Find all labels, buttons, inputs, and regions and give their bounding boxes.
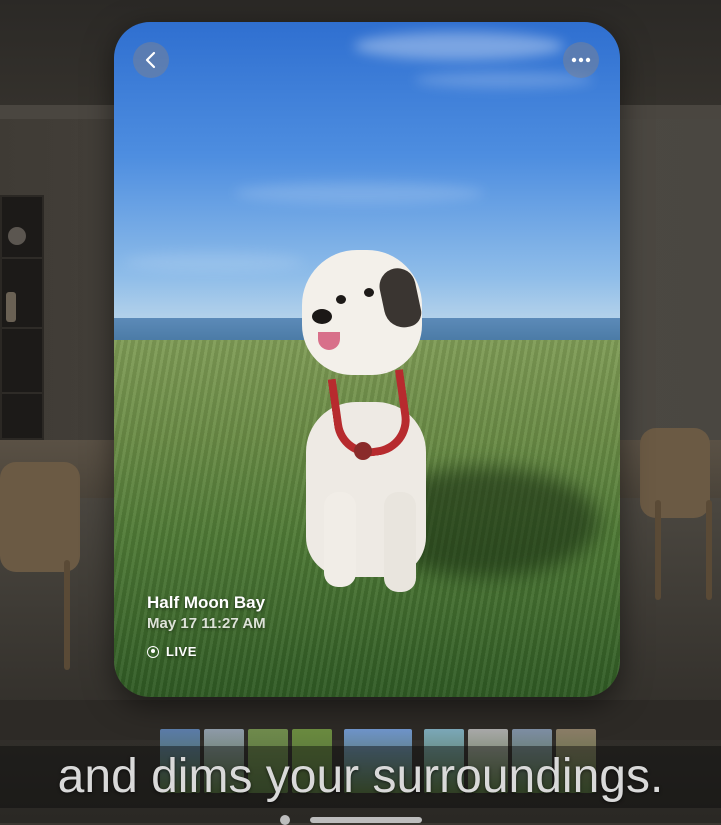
live-photo-icon <box>147 645 159 658</box>
chair-right-leg-2 <box>706 500 712 600</box>
photo-viewer-window[interactable]: Half Moon Bay May 17 11:27 AM LIVE <box>114 22 620 697</box>
video-subtitle: and dims your surroundings. <box>57 750 664 803</box>
chair-right-leg <box>655 500 661 600</box>
location-title: Half Moon Bay <box>147 593 266 612</box>
more-options-button[interactable] <box>563 42 599 78</box>
photo-datetime: May 17 11:27 AM <box>147 615 266 632</box>
bookshelf <box>0 195 44 440</box>
live-photo-badge[interactable]: LIVE <box>147 644 266 659</box>
chair-right <box>640 428 710 518</box>
window-grabber-bar[interactable] <box>310 817 422 823</box>
chair-left-leg <box>64 560 70 670</box>
ellipsis-icon <box>571 57 591 63</box>
window-close-dot[interactable] <box>280 815 290 825</box>
chair-left <box>0 462 80 572</box>
chevron-left-icon <box>144 51 158 69</box>
back-button[interactable] <box>133 42 169 78</box>
photo-caption: Half Moon Bay May 17 11:27 AM LIVE <box>147 592 266 659</box>
live-label: LIVE <box>166 644 197 659</box>
